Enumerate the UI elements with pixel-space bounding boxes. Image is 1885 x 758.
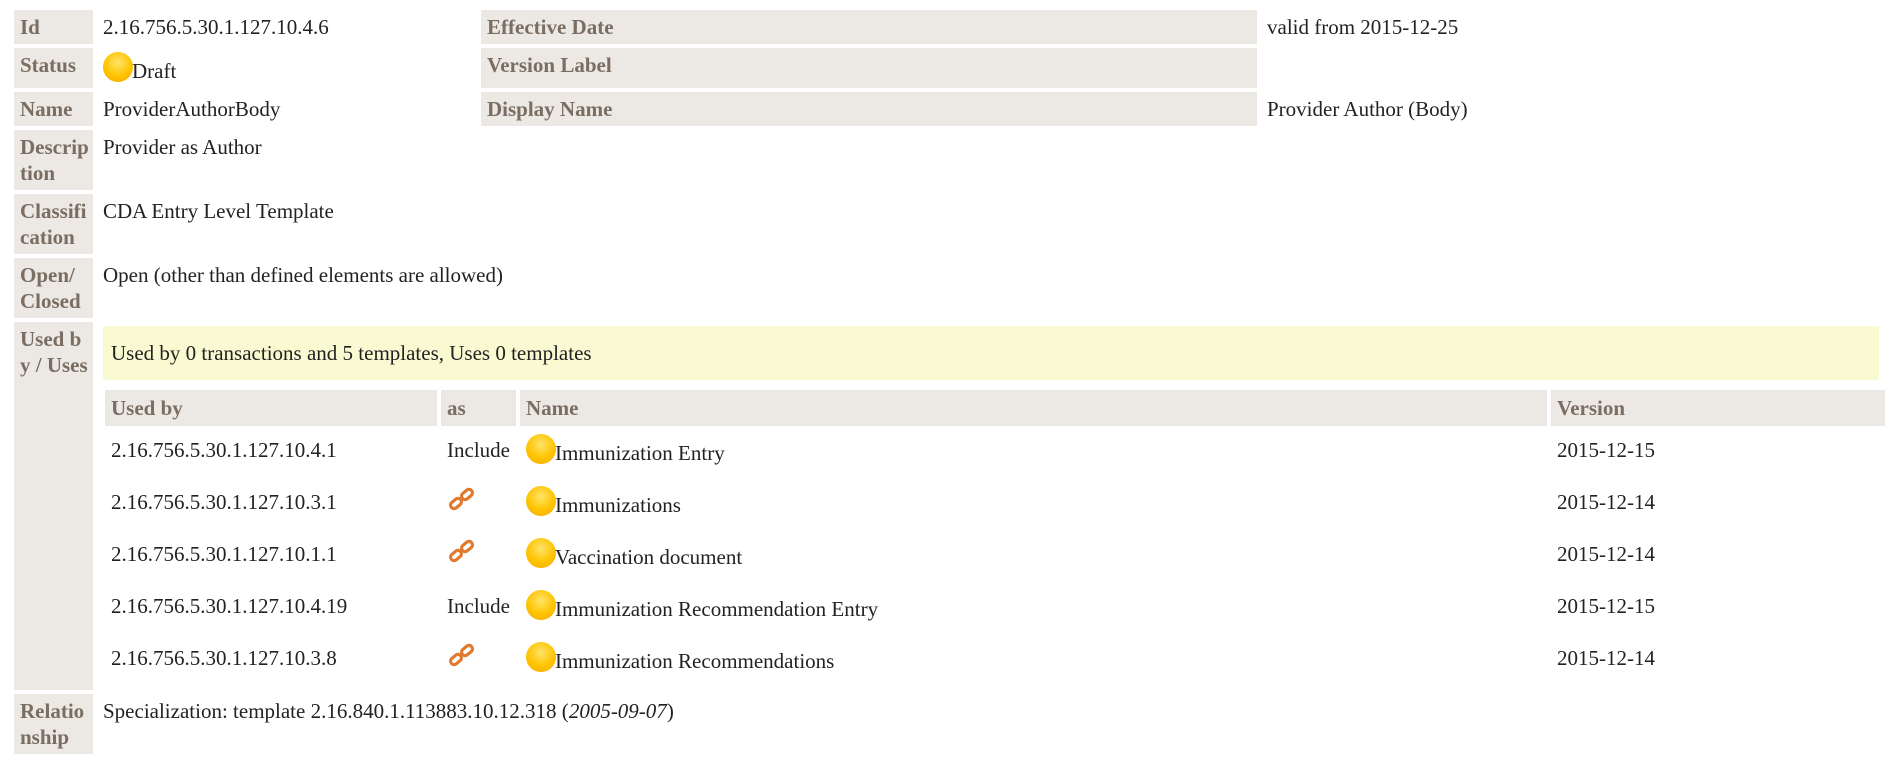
open-closed-value: Open (other than defined elements are al… (103, 263, 503, 287)
open-closed-label: Open/Closed (14, 258, 93, 318)
col-version: Version (1550, 390, 1885, 426)
col-name: Name (519, 390, 1547, 426)
row-used-by-uses: Used by / Uses Used by 0 transactions an… (14, 322, 1885, 690)
row-name[interactable]: Immunization Recommendation Entry (520, 586, 1547, 634)
row-as (441, 482, 516, 530)
row-classification: Classification CDA Entry Level Template (14, 194, 1885, 254)
display-name-value: Provider Author (Body) (1267, 97, 1468, 121)
row-as (441, 638, 516, 686)
row-description: Description Provider as Author (14, 130, 1885, 190)
used-by-uses-value: Used by 0 transactions and 5 templates, … (97, 322, 1885, 690)
used-by-uses-label: Used by / Uses (14, 322, 93, 690)
row-name-text: Immunizations (554, 493, 681, 517)
name-value: ProviderAuthorBody (103, 97, 281, 121)
row-as: Include (447, 594, 510, 618)
name-label: Name (14, 92, 93, 126)
row-name[interactable]: Immunization Entry (520, 430, 1547, 478)
table-row: 2.16.756.5.30.1.127.10.4.19 Include Immuni… (105, 586, 1885, 634)
relationship-suffix: ) (666, 699, 674, 723)
template-meta-table: Id 2.16.756.5.30.1.127.10.4.6 Effective … (10, 6, 1885, 758)
row-id: Id 2.16.756.5.30.1.127.10.4.6 Effective … (14, 10, 1885, 44)
row-template-id[interactable]: 2.16.756.5.30.1.127.10.3.1 (105, 482, 437, 530)
table-row: 2.16.756.5.30.1.127.10.3.1 Immunizations 2… (105, 482, 1885, 530)
version-label-value (1261, 48, 1885, 88)
row-open-closed: Open/Closed Open (other than defined ele… (14, 258, 1885, 318)
description-value: Provider as Author (103, 135, 262, 159)
row-version: 2015-12-14 (1556, 646, 1655, 670)
table-row: 2.16.756.5.30.1.127.10.4.1 Include Immuniz… (105, 430, 1885, 478)
status-draft-dot-icon (525, 642, 556, 672)
status-draft-dot-icon (525, 538, 556, 568)
row-status: Status Draft Version Label (14, 48, 1885, 88)
row-version: 2015-12-15 (1556, 438, 1655, 462)
row-as: Include (447, 438, 510, 462)
relationship-label: Relationship (14, 694, 93, 754)
row-name-text: Vaccination document (554, 545, 743, 569)
row-name-text: Immunization Recommendation Entry (554, 597, 879, 621)
row-as (441, 534, 516, 582)
usage-summary-banner[interactable]: Used by 0 transactions and 5 templates, … (103, 326, 1879, 380)
effective-date-value: valid from 2015-12-25 (1267, 15, 1459, 39)
status-value: Draft (97, 48, 477, 88)
row-name: Name ProviderAuthorBody Display Name Pro… (14, 92, 1885, 126)
relationship-prefix[interactable]: Specialization: template 2.16.840.1.1138… (103, 699, 569, 723)
relationship-value: Specialization: template 2.16.840.1.1138… (97, 694, 1885, 754)
status-label: Status (14, 48, 93, 88)
row-version: 2015-12-15 (1556, 594, 1655, 618)
row-name-text: Immunization Entry (554, 441, 725, 465)
row-template-id[interactable]: 2.16.756.5.30.1.127.10.4.1 (105, 430, 437, 478)
template-details: Id 2.16.756.5.30.1.127.10.4.6 Effective … (0, 0, 1885, 756)
version-label-label: Version Label (481, 48, 1257, 88)
col-as: as (441, 390, 516, 426)
table-row: 2.16.756.5.30.1.127.10.3.8 Immunization R… (105, 638, 1885, 686)
containment-link-icon (447, 642, 477, 679)
row-version: 2015-12-14 (1556, 542, 1655, 566)
row-name[interactable]: Immunizations (520, 482, 1547, 530)
table-row: 2.16.756.5.30.1.127.10.1.1 Vaccination do… (105, 534, 1885, 582)
status-draft-dot-icon (525, 434, 556, 464)
containment-link-icon (447, 538, 477, 575)
status-draft-dot-icon (525, 486, 556, 516)
col-used-by: Used by (105, 390, 437, 426)
status-draft-dot-icon (525, 590, 556, 620)
row-template-id[interactable]: 2.16.756.5.30.1.127.10.1.1 (105, 534, 437, 582)
id-value: 2.16.756.5.30.1.127.10.4.6 (103, 15, 329, 39)
classification-value: CDA Entry Level Template (103, 199, 334, 223)
effective-date-label: Effective Date (481, 10, 1257, 44)
row-relationship: Relationship Specialization: template 2.… (14, 694, 1885, 754)
description-label: Description (14, 130, 93, 190)
used-by-table-body: 2.16.756.5.30.1.127.10.4.1 Include Immuniz… (105, 430, 1885, 686)
relationship-date: 2005-09-07 (568, 699, 667, 723)
row-name-text: Immunization Recommendations (554, 649, 835, 673)
row-version: 2015-12-14 (1556, 490, 1655, 514)
row-template-id[interactable]: 2.16.756.5.30.1.127.10.4.19 (105, 586, 437, 634)
used-by-table: Used by as Name Version 2.16.756.5.30.1.… (101, 386, 1885, 690)
status-draft-dot-icon (103, 52, 133, 82)
id-label: Id (14, 10, 93, 44)
row-name[interactable]: Vaccination document (520, 534, 1547, 582)
row-name[interactable]: Immunization Recommendations (520, 638, 1547, 686)
used-by-table-header: Used by as Name Version (105, 390, 1885, 426)
display-name-label: Display Name (481, 92, 1257, 126)
containment-link-icon (447, 486, 477, 523)
status-text: Draft (132, 59, 177, 83)
row-template-id[interactable]: 2.16.756.5.30.1.127.10.3.8 (105, 638, 437, 686)
classification-label: Classification (14, 194, 93, 254)
